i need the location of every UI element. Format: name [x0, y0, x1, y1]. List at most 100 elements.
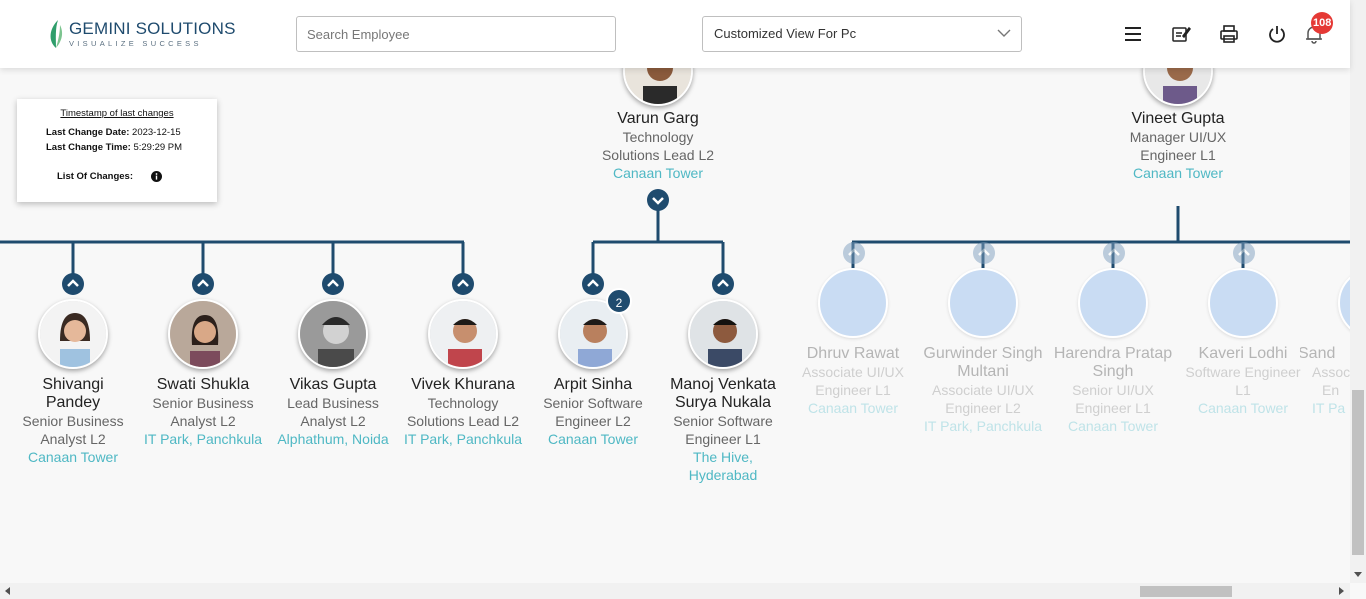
avatar[interactable]	[38, 299, 108, 369]
employee-node[interactable]: Sand Assoc En IT Pa	[1300, 345, 1350, 417]
print-icon[interactable]	[1219, 24, 1239, 44]
employee-role: Analyst L2	[40, 431, 106, 447]
employee-role: Engineer L1	[1075, 400, 1151, 416]
view-select-dropdown[interactable]: Customized View For Pc	[702, 16, 1022, 52]
employee-node[interactable]: Shivangi Pandey Senior Business Analyst …	[8, 376, 138, 466]
logo-leaf-icon	[50, 20, 63, 48]
employee-role: Analyst L2	[300, 413, 366, 429]
employee-location: Canaan Tower	[1067, 418, 1159, 434]
expand-chevron-icon[interactable]	[322, 273, 344, 295]
employee-node[interactable]: Vikas Gupta Lead Business Analyst L2 Alp…	[268, 376, 398, 448]
expand-chevron-icon[interactable]	[62, 273, 84, 295]
logo-tagline: VISUALIZE SUCCESS	[69, 39, 202, 49]
employee-role: Manager UI/UX	[1129, 129, 1227, 145]
avatar[interactable]	[428, 299, 498, 369]
horizontal-scroll-thumb[interactable]	[1140, 586, 1232, 597]
expand-chevron-icon[interactable]	[973, 242, 995, 264]
expand-chevron-icon[interactable]	[452, 273, 474, 295]
scroll-left-arrow-icon[interactable]	[5, 587, 10, 595]
employee-role: Software Engineer	[1185, 364, 1301, 380]
collapse-chevron-icon[interactable]	[647, 189, 669, 211]
employee-node[interactable]: Swati Shukla Senior Business Analyst L2 …	[138, 376, 268, 448]
employee-node[interactable]: Dhruv Rawat Associate UI/UX Engineer L1 …	[788, 345, 918, 417]
employee-role: Senior Business	[22, 413, 124, 429]
expand-chevron-icon[interactable]	[582, 273, 604, 295]
company-logo[interactable]: GEMINI SOLUTIONS VISUALIZE SUCCESS	[46, 18, 236, 50]
vertical-scroll-thumb[interactable]	[1352, 390, 1364, 555]
employee-role: Senior Software	[673, 413, 773, 429]
top-navbar: GEMINI SOLUTIONS VISUALIZE SUCCESS Custo…	[0, 0, 1350, 68]
info-icon[interactable]	[151, 171, 162, 182]
edit-note-icon[interactable]	[1171, 24, 1191, 44]
employee-role: Engineer L2	[945, 400, 1021, 416]
employee-name: Sand	[1300, 345, 1336, 362]
employee-location: The Hive,	[693, 449, 753, 465]
avatar[interactable]	[1338, 268, 1350, 338]
search-employee-input[interactable]	[296, 16, 616, 52]
manager-node[interactable]: Varun Garg Technology Solutions Lead L2 …	[593, 110, 723, 182]
employee-role: Solutions Lead L2	[601, 147, 715, 163]
employee-name: Vikas Gupta	[289, 376, 377, 393]
power-icon[interactable]	[1267, 24, 1287, 44]
expand-chevron-icon[interactable]	[1233, 242, 1255, 264]
expand-chevron-icon[interactable]	[712, 273, 734, 295]
employee-role: Engineer L1	[1140, 147, 1216, 163]
employee-location: Alphathum, Noida	[277, 431, 389, 447]
employee-location: IT Park, Panchkula	[403, 431, 523, 447]
employee-name: Pandey	[45, 394, 101, 411]
employee-name: Multani	[957, 363, 1009, 380]
manager-node[interactable]: Vineet Gupta Manager UI/UX Engineer L1 C…	[1113, 110, 1243, 182]
employee-location: Canaan Tower	[1132, 165, 1224, 181]
employee-name: Vineet Gupta	[1131, 110, 1225, 127]
expand-chevron-icon[interactable]	[1103, 242, 1125, 264]
chevron-down-icon	[997, 29, 1011, 37]
employee-role: Senior Software	[543, 395, 643, 411]
employee-node[interactable]: Arpit Sinha Senior Software Engineer L2 …	[528, 376, 658, 448]
menu-icon[interactable]	[1123, 24, 1143, 44]
timestamp-title: Timestamp of last changes	[60, 108, 174, 119]
employee-node[interactable]: Harendra Pratap Singh Senior UI/UX Engin…	[1048, 345, 1178, 435]
reports-count-badge[interactable]: 2	[606, 288, 632, 314]
employee-role: En	[1322, 382, 1340, 398]
employee-name: Swati Shukla	[156, 376, 250, 393]
avatar[interactable]	[1208, 268, 1278, 338]
employee-location: IT Pa	[1312, 400, 1346, 416]
avatar[interactable]	[948, 268, 1018, 338]
avatar[interactable]	[688, 299, 758, 369]
changes-label: List Of Changes:	[57, 171, 134, 182]
employee-location: IT Park, Panchkula	[923, 418, 1043, 434]
date-value: 2023-12-15	[132, 127, 181, 138]
employee-node[interactable]: Vivek Khurana Technology Solutions Lead …	[398, 376, 528, 448]
employee-node[interactable]: Kaveri Lodhi Software Engineer L1 Canaan…	[1178, 345, 1308, 417]
employee-role: Assoc	[1312, 364, 1350, 380]
expand-chevron-icon[interactable]	[192, 273, 214, 295]
employee-name: Gurwinder Singh	[923, 345, 1043, 362]
time-value: 5:29:29 PM	[133, 142, 183, 153]
avatar[interactable]	[818, 268, 888, 338]
avatar[interactable]	[1078, 268, 1148, 338]
employee-location: Canaan Tower	[547, 431, 639, 447]
last-change-time: Last Change Time: 5:29:29 PM	[46, 142, 182, 153]
scroll-right-arrow-icon[interactable]	[1339, 587, 1344, 595]
employee-role: L1	[1235, 382, 1251, 398]
view-select-value: Customized View For Pc	[714, 26, 857, 41]
org-chart: Varun Garg Technology Solutions Lead L2 …	[0, 0, 1350, 583]
employee-role: Technology	[427, 395, 499, 411]
employee-node[interactable]: Gurwinder Singh Multani Associate UI/UX …	[918, 345, 1048, 435]
employee-role: Lead Business	[287, 395, 379, 411]
employee-role: Senior UI/UX	[1072, 382, 1154, 398]
employee-role: Engineer L1	[815, 382, 891, 398]
timestamp-card: Timestamp of last changes Last Change Da…	[17, 99, 217, 202]
avatar[interactable]	[298, 299, 368, 369]
expand-chevron-icon[interactable]	[843, 242, 865, 264]
scroll-down-arrow-icon[interactable]	[1354, 572, 1362, 577]
employee-location: Canaan Tower	[1197, 400, 1289, 416]
list-of-changes: List Of Changes:	[57, 171, 133, 182]
employee-role: Associate UI/UX	[932, 382, 1034, 398]
employee-role: Senior Business	[152, 395, 254, 411]
employee-name: Surya Nukala	[674, 394, 772, 411]
employee-name: Manoj Venkata	[670, 376, 776, 393]
avatar[interactable]	[168, 299, 238, 369]
notification-count-badge[interactable]: 108	[1311, 12, 1334, 34]
employee-node[interactable]: Manoj Venkata Surya Nukala Senior Softwa…	[658, 376, 788, 484]
